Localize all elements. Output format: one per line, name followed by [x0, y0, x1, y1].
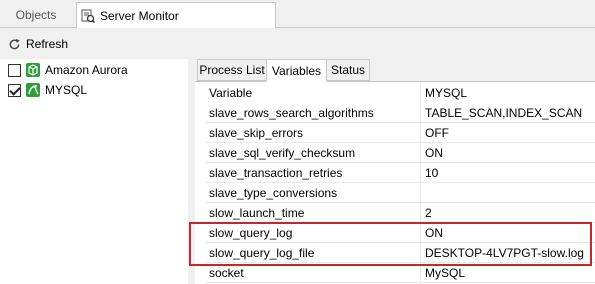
- tab-status[interactable]: Status: [326, 59, 370, 81]
- tab-server-monitor-label: Server Monitor: [100, 8, 179, 23]
- variable-name-cell: slave_skip_errors: [205, 123, 421, 143]
- table-row[interactable]: slave_sql_verify_checksum ON: [205, 143, 595, 163]
- variable-name-cell: slow_query_log_file: [205, 243, 421, 263]
- server-checkbox-amazon-aurora[interactable]: [8, 63, 21, 77]
- server-item-mysql[interactable]: MYSQL: [8, 80, 87, 100]
- tab-status-label: Status: [330, 63, 366, 77]
- table-row[interactable]: slave_rows_search_algorithms TABLE_SCAN,…: [205, 103, 595, 123]
- variable-name-cell: slave_rows_search_algorithms: [205, 103, 421, 123]
- tab-objects[interactable]: Objects: [0, 2, 72, 28]
- variable-name-cell: socket: [205, 263, 421, 283]
- server-checkbox-mysql[interactable]: [8, 83, 21, 97]
- variable-name-cell: slow_launch_time: [205, 203, 421, 223]
- table-row[interactable]: slave_type_conversions: [205, 183, 595, 203]
- refresh-label: Refresh: [26, 37, 69, 51]
- variable-name-cell: slave_sql_verify_checksum: [205, 143, 421, 163]
- column-header-value[interactable]: MYSQL: [421, 83, 595, 103]
- variable-value-cell: [421, 183, 595, 203]
- server-list: Amazon Aurora MYSQL: [0, 59, 188, 284]
- variable-name-cell: slave_transaction_retries: [205, 163, 421, 183]
- tab-objects-label: Objects: [15, 8, 57, 22]
- top-tab-strip: Objects Server Monitor: [0, 0, 595, 28]
- table-row[interactable]: slow_launch_time 2: [205, 203, 595, 223]
- server-item-label: Amazon Aurora: [45, 63, 128, 77]
- tab-server-monitor[interactable]: Server Monitor: [76, 2, 276, 28]
- tab-process-list-label: Process List: [199, 63, 265, 77]
- grid-header-row: Variable MYSQL: [205, 83, 595, 103]
- column-header-variable[interactable]: Variable: [205, 83, 421, 103]
- server-item-amazon-aurora[interactable]: Amazon Aurora: [8, 60, 128, 80]
- variable-value-cell: ON: [425, 226, 443, 240]
- table-row[interactable]: slow_query_log_file DESKTOP-4LV7PGT-slow…: [205, 243, 595, 263]
- mysql-icon: [26, 83, 40, 97]
- variables-grid: Variable MYSQL slave_rows_search_algorit…: [195, 81, 595, 284]
- variable-name-cell: slow_query_log: [205, 223, 421, 243]
- tab-variables[interactable]: Variables: [266, 59, 327, 82]
- table-row[interactable]: slow_query_log ON: [205, 223, 595, 243]
- variable-value-cell: OFF: [425, 126, 449, 140]
- toolbar: Refresh: [0, 29, 595, 59]
- refresh-icon: [9, 38, 20, 49]
- server-monitor-icon: [81, 9, 95, 23]
- tab-process-list[interactable]: Process List: [197, 59, 267, 81]
- variables-panel: Process List Variables Status Variable M…: [195, 59, 595, 284]
- variable-value-cell: DESKTOP-4LV7PGT-slow.log: [425, 246, 584, 260]
- variable-value-cell: TABLE_SCAN,INDEX_SCAN: [425, 106, 583, 120]
- server-item-label: MYSQL: [45, 83, 88, 97]
- variable-value-cell: ON: [425, 146, 443, 160]
- refresh-button[interactable]: Refresh: [8, 37, 68, 51]
- table-row[interactable]: slave_skip_errors OFF: [205, 123, 595, 143]
- tab-variables-label: Variables: [271, 63, 322, 78]
- variable-value-cell: MySQL: [425, 266, 466, 280]
- table-row[interactable]: socket MySQL: [205, 263, 595, 283]
- variable-name-cell: slave_type_conversions: [205, 183, 421, 203]
- variable-value-cell: 2: [425, 206, 432, 220]
- amazon-aurora-icon: [26, 63, 40, 77]
- variable-value-cell: 10: [425, 166, 439, 180]
- table-row[interactable]: slave_transaction_retries 10: [205, 163, 595, 183]
